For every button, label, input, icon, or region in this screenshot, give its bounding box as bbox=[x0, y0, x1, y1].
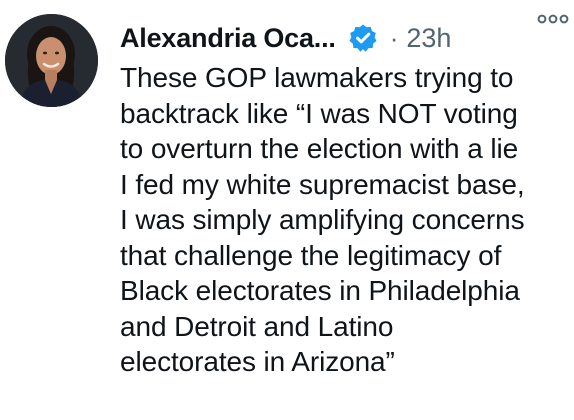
tweet-text-line: These GOP lawmakers trying to bbox=[120, 62, 514, 93]
tweet-text-line: electorates in Arizona” bbox=[120, 346, 395, 377]
tweet-text-line: I was simply amplifying concerns bbox=[120, 204, 525, 235]
verified-badge-icon bbox=[348, 23, 378, 53]
tweet-text-line: and Detroit and Latino bbox=[120, 310, 394, 342]
tweet-text: These GOP lawmakers trying to backtrack … bbox=[120, 60, 570, 380]
tweet-text-line: backtrack like “I was NOT voting bbox=[120, 97, 518, 129]
author-avatar[interactable] bbox=[5, 14, 98, 107]
tweet-text-line: that challenge the legitimacy of bbox=[120, 239, 502, 271]
profile-photo bbox=[5, 14, 98, 107]
more-options-icon[interactable] bbox=[536, 6, 570, 32]
tweet[interactable]: Alexandria Oca... · 23h These GOP lawmak… bbox=[0, 0, 574, 420]
tweet-timestamp[interactable]: 23h bbox=[406, 23, 451, 54]
author-display-name[interactable]: Alexandria Oca... bbox=[120, 23, 336, 54]
header-separator: · bbox=[389, 22, 399, 53]
tweet-text-line: I fed my white supremacist base, bbox=[120, 168, 525, 200]
tweet-text-line: Black electorates in Philadelphia bbox=[120, 275, 520, 306]
tweet-text-line: to overturn the election with a lie bbox=[120, 133, 519, 164]
tweet-header: Alexandria Oca... · 23h bbox=[120, 18, 570, 58]
